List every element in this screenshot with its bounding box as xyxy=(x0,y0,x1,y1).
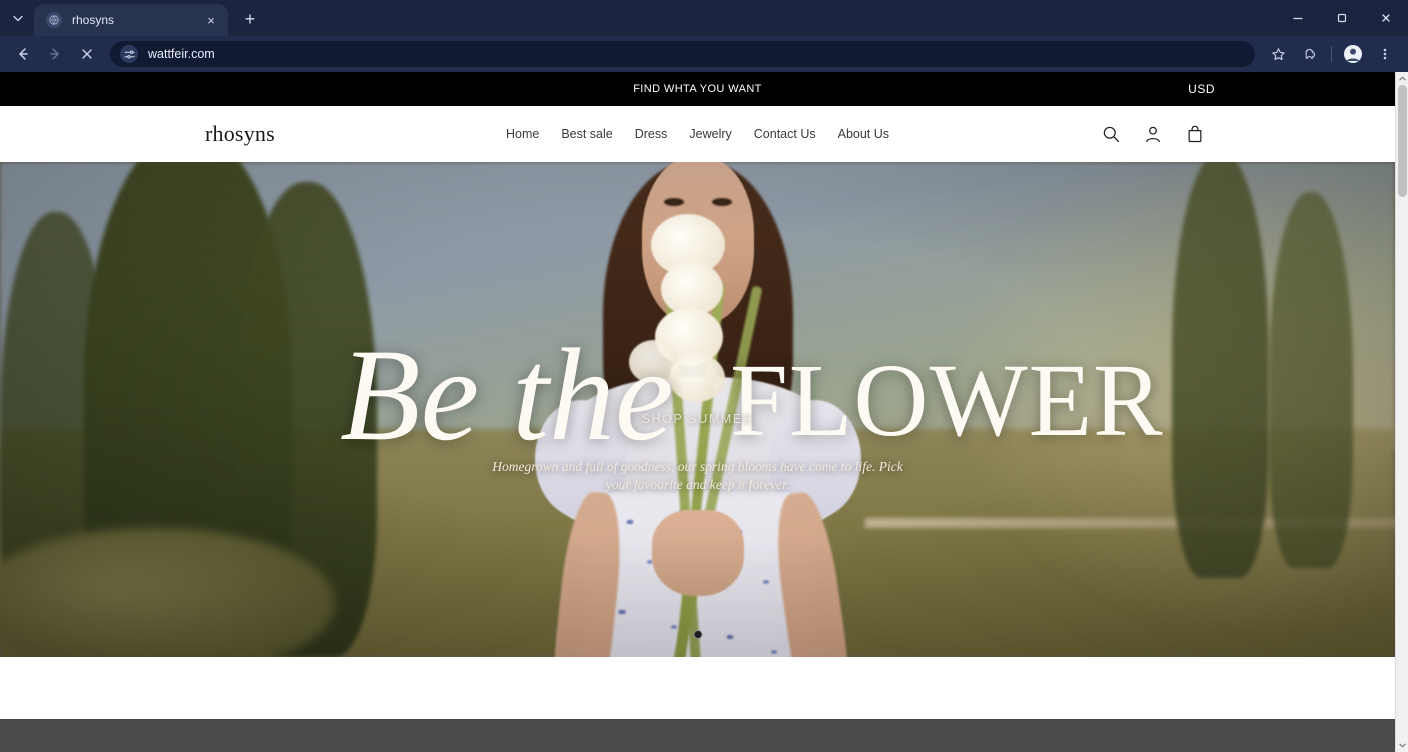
site-header: rhosyns Home Best sale Dress Jewelry Con… xyxy=(0,106,1395,162)
website-page: FIND WHTA YOU WANT USD rhosyns Home Best… xyxy=(0,72,1395,752)
account-button[interactable] xyxy=(1143,124,1163,144)
window-maximize-button[interactable] xyxy=(1320,0,1364,36)
header-actions xyxy=(1101,124,1205,144)
arrow-left-icon xyxy=(19,48,28,60)
search-icon xyxy=(1103,126,1120,143)
browser-toolbar: wattfeir.com xyxy=(0,36,1408,72)
profile-button[interactable] xyxy=(1338,39,1368,69)
close-icon xyxy=(82,49,92,59)
three-dot-menu-icon xyxy=(1383,48,1387,60)
content-section xyxy=(0,657,1395,719)
chevron-down-icon xyxy=(1398,743,1406,748)
toolbar-divider xyxy=(1331,46,1332,62)
nav-item-dress[interactable]: Dress xyxy=(635,127,668,141)
shop-summer-button[interactable]: SHOP SUMMER xyxy=(642,412,754,426)
tab-search-button[interactable] xyxy=(4,4,32,32)
window-minimize-button[interactable] xyxy=(1276,0,1320,36)
tab-favicon-icon xyxy=(46,12,62,28)
chevron-up-icon xyxy=(1398,76,1406,81)
scroll-up-button[interactable] xyxy=(1396,72,1408,85)
carousel-dot-active[interactable] xyxy=(693,630,702,639)
page-scrollbar[interactable] xyxy=(1395,72,1408,752)
browser-tab[interactable]: rhosyns × xyxy=(34,4,228,36)
browser-window: rhosyns × + wattfeir.com FIND WHTA YOU W… xyxy=(0,0,1408,752)
url-text: wattfeir.com xyxy=(148,47,215,61)
arrow-right-icon xyxy=(50,48,59,60)
nav-item-about-us[interactable]: About Us xyxy=(838,127,889,141)
nav-item-jewelry[interactable]: Jewelry xyxy=(689,127,731,141)
browser-menu-button[interactable] xyxy=(1370,39,1400,69)
window-controls xyxy=(1276,0,1408,36)
close-icon xyxy=(1382,14,1390,22)
hero-banner: Be the FLOWER SHOP SUMMER Homegrown and … xyxy=(0,162,1395,657)
announcement-bar: FIND WHTA YOU WANT USD xyxy=(0,72,1395,106)
scrollbar-track[interactable] xyxy=(1396,85,1408,739)
tab-strip: rhosyns × + xyxy=(0,0,1408,36)
announcement-text: FIND WHTA YOU WANT xyxy=(633,83,762,95)
carousel-dots xyxy=(693,630,702,639)
search-button[interactable] xyxy=(1101,124,1121,144)
nav-item-contact-us[interactable]: Contact Us xyxy=(754,127,816,141)
cart-icon xyxy=(1188,125,1202,143)
hero-image xyxy=(0,162,1395,657)
page-viewport: FIND WHTA YOU WANT USD rhosyns Home Best… xyxy=(0,72,1408,752)
maximize-icon xyxy=(1337,13,1347,23)
stop-loading-button[interactable] xyxy=(72,39,102,69)
chevron-down-icon xyxy=(13,15,23,22)
nav-item-home[interactable]: Home xyxy=(506,127,539,141)
forward-button[interactable] xyxy=(40,39,70,69)
footer-band xyxy=(0,719,1395,752)
site-settings-icon[interactable] xyxy=(120,45,138,63)
new-tab-button[interactable]: + xyxy=(236,5,264,33)
star-icon xyxy=(1271,47,1285,60)
address-bar[interactable]: wattfeir.com xyxy=(110,41,1255,67)
account-icon xyxy=(1146,126,1160,143)
nav-item-best-sale[interactable]: Best sale xyxy=(561,127,612,141)
avatar-icon xyxy=(1344,45,1362,63)
currency-selector[interactable]: USD xyxy=(1188,82,1215,96)
tab-close-icon[interactable]: × xyxy=(202,11,220,29)
back-button[interactable] xyxy=(8,39,38,69)
bookmark-button[interactable] xyxy=(1263,39,1293,69)
puzzle-icon xyxy=(1305,48,1315,59)
cart-button[interactable] xyxy=(1185,124,1205,144)
scrollbar-thumb[interactable] xyxy=(1398,85,1407,197)
extensions-button[interactable] xyxy=(1295,39,1325,69)
scroll-down-button[interactable] xyxy=(1396,739,1408,752)
hero-vignette xyxy=(0,162,1395,657)
tab-title: rhosyns xyxy=(72,13,115,27)
minimize-icon xyxy=(1293,17,1303,20)
window-close-button[interactable] xyxy=(1364,0,1408,36)
